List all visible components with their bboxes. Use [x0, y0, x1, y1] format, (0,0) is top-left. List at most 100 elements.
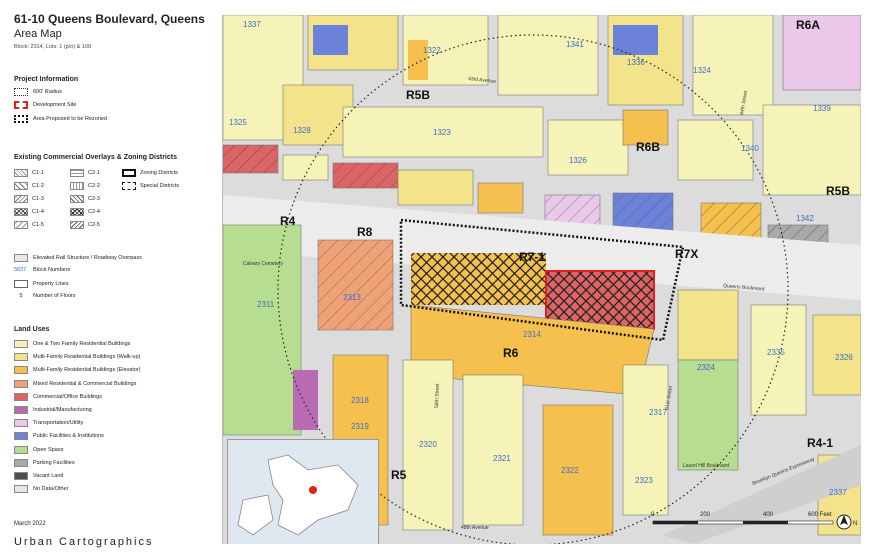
legend-rezoned-area: Area Proposed to be Rezoned [14, 115, 107, 123]
block-number: 1328 [293, 126, 311, 135]
locator-inset-map [227, 439, 379, 544]
land-use-item: Industrial/Manufacturing [14, 406, 92, 414]
street-label: 48th Avenue [461, 525, 489, 531]
block-number: 2311 [257, 300, 275, 309]
overlays-heading: Existing Commercial Overlays & Zoning Di… [14, 154, 177, 161]
land-use-item: Multi-Family Residential Buildings (Walk… [14, 353, 141, 362]
zone-label: R6A [796, 18, 820, 32]
block-number: 1342 [796, 214, 814, 223]
map-title: 61-10 Queens Boulevard, Queens [14, 12, 205, 26]
land-use-item: Commercial/Office Buildings [14, 392, 102, 401]
legend-radius: 600' Radius [14, 88, 62, 96]
block-number: 1322 [423, 46, 441, 55]
land-use-label: Public Facilities & Institutions [33, 433, 104, 440]
block-number: 2322 [561, 466, 579, 475]
block-number: 1340 [741, 144, 759, 153]
land-use-item: Transportation/Utility [14, 419, 84, 428]
land-use-swatch [14, 379, 28, 388]
legend-block-numbers: 5637 Block Numbers [14, 267, 71, 273]
zone-label: R5B [406, 88, 430, 102]
street-label: Laurel Hill Boulevard [683, 463, 729, 469]
land-use-swatch [14, 406, 28, 414]
block-number: 1324 [693, 66, 711, 75]
zone-label: R5B [826, 184, 850, 198]
block-number: 2319 [351, 422, 369, 431]
block-lot-info: Block: 2314, Lots: 1 (p/o) & 100 [14, 44, 92, 50]
block-number: 2320 [419, 440, 437, 449]
street-label: Calvary Cemetery [243, 261, 284, 267]
zone-label: R6B [636, 140, 660, 154]
brand-name: Urban Cartographics [14, 536, 154, 548]
zone-label: R4-1 [807, 436, 833, 450]
land-use-label: Multi-Family Residential Buildings (Walk… [33, 354, 141, 361]
land-use-swatch [14, 472, 28, 480]
legend-panel: 61-10 Queens Boulevard, Queens Area Map … [0, 0, 222, 559]
land-use-swatch [14, 340, 28, 348]
zone-label: R7-1 [519, 250, 545, 264]
block-number: 2337 [829, 488, 847, 497]
radius-swatch [14, 88, 28, 96]
development-site-swatch [14, 101, 28, 109]
land-use-swatch [14, 353, 28, 362]
block-number: 1323 [433, 128, 451, 137]
land-use-label: Mixed Residential & Commercial Buildings [33, 380, 137, 387]
land-use-item: Open Space [14, 445, 64, 454]
zone-label: R8 [357, 225, 373, 239]
land-use-swatch [14, 419, 28, 428]
block-number: 1339 [813, 104, 831, 113]
land-use-swatch [14, 445, 28, 454]
legend-development-site: Development Site [14, 101, 76, 109]
land-uses-heading: Land Uses [14, 326, 50, 333]
legend-property-lines: Property Lines [14, 280, 68, 288]
zone-label: R4 [280, 214, 296, 228]
land-use-swatch [14, 458, 28, 467]
block-number: 1341 [566, 40, 584, 49]
area-map[interactable]: R6A R5B R6B R5B R4 R8 R7-1 R7X R6 R5 R4-… [222, 15, 861, 544]
zone-label: R5 [391, 468, 407, 482]
land-use-label: Multi-Family Residential Buildings (Elev… [33, 367, 141, 374]
land-use-label: Parking Facilities [33, 459, 75, 466]
block-number: 2313 [343, 293, 361, 302]
zone-label: R6 [503, 346, 519, 360]
land-use-item: Parking Facilities [14, 458, 75, 467]
land-use-swatch [14, 432, 28, 441]
map-subtitle: Area Map [14, 28, 62, 40]
block-number: 1337 [243, 20, 261, 29]
svg-text:N: N [853, 521, 857, 527]
legend-elevated: Elevated Rail Structure / Roadway Overpa… [14, 254, 142, 262]
block-number: 1336 [627, 58, 645, 67]
land-use-label: Industrial/Manufacturing [33, 407, 92, 413]
land-use-item: One & Two Family Residential Buildings [14, 340, 130, 348]
block-number: 2324 [697, 363, 715, 372]
svg-text:600 Feet: 600 Feet [808, 512, 832, 518]
land-use-label: One & Two Family Residential Buildings [33, 341, 131, 347]
block-number: 1326 [569, 156, 587, 165]
land-use-label: Open Space [33, 446, 64, 453]
legend-floors: 5 Number of Floors [19, 293, 76, 299]
land-use-swatch [14, 392, 28, 401]
project-info-heading: Project Information [14, 76, 79, 83]
block-number: 2326 [835, 353, 853, 362]
street-label: 58th Street [434, 383, 441, 408]
land-use-label: Transportation/Utility [33, 420, 84, 427]
block-number: 2321 [493, 454, 511, 463]
land-use-swatch [14, 485, 28, 494]
block-number: 1325 [229, 118, 247, 127]
land-use-item: Public Facilities & Institutions [14, 432, 104, 441]
map-date: March 2022 [14, 521, 46, 527]
land-use-label: No Data/Other [33, 486, 69, 493]
block-number: 2318 [351, 396, 369, 405]
land-use-item: Mixed Residential & Commercial Buildings [14, 379, 137, 388]
block-number: 2323 [635, 476, 653, 485]
land-use-item: No Data/Other [14, 485, 69, 494]
land-use-swatch [14, 366, 28, 375]
svg-text:400: 400 [763, 512, 774, 518]
land-use-label: Vacant Land [33, 473, 64, 479]
zone-label: R7X [675, 247, 698, 261]
land-use-item: Vacant Land [14, 472, 63, 480]
land-use-item: Multi-Family Residential Buildings (Elev… [14, 366, 141, 375]
block-number: 2335 [767, 348, 785, 357]
block-number: 2314 [523, 330, 541, 339]
rezone-swatch [14, 115, 28, 123]
land-use-label: Commercial/Office Buildings [33, 393, 102, 400]
